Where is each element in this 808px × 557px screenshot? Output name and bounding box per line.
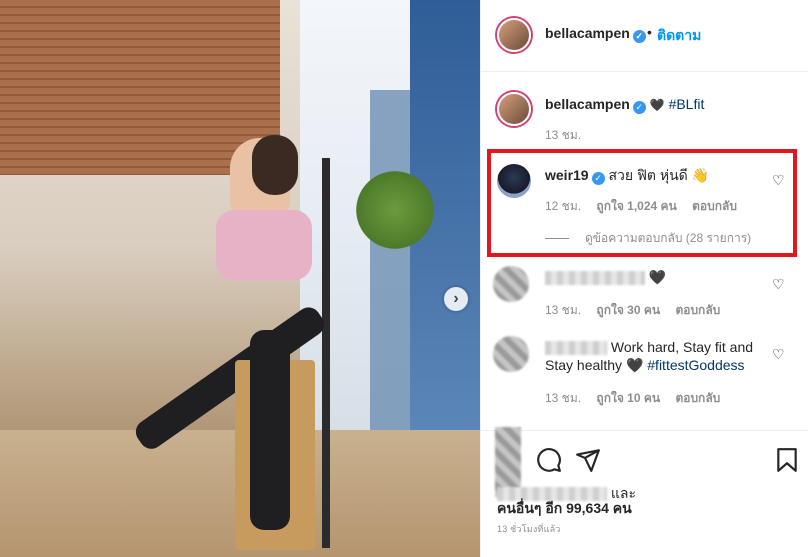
comment-likes[interactable]: ถูกใจ 30 คน <box>596 303 660 317</box>
equipment-pole <box>322 158 330 548</box>
post-photo: › <box>0 0 480 557</box>
comment-time: 13 ชม. <box>545 303 582 317</box>
comment-likes[interactable]: ถูกใจ 10 คน <box>596 391 660 405</box>
comment-text: 🖤 <box>648 269 667 285</box>
bookmark-icon[interactable] <box>774 447 800 473</box>
person-leg <box>250 330 290 530</box>
avatar[interactable] <box>493 266 529 302</box>
comment-meta: 13 ชม. ถูกใจ 30 คน ตอบกลับ <box>545 301 732 320</box>
comment-time: 12 ชม. <box>545 199 582 213</box>
likes-count[interactable]: คนอื่นๆ อีก 99,634 คน <box>497 498 632 520</box>
comment-text: สวย ฟิต หุ่นดี 👋 <box>608 167 710 183</box>
avatar[interactable] <box>497 164 531 198</box>
blurred-username <box>545 271 645 286</box>
verified-icon: ✓ <box>591 172 605 185</box>
caption-time: 13 ชม. <box>545 128 582 142</box>
comment-username[interactable]: weir19 <box>545 167 589 183</box>
heart-icon[interactable]: ♡ <box>772 173 786 187</box>
caption-username[interactable]: bellacampen <box>545 96 630 112</box>
blurred-username <box>545 341 607 356</box>
avatar[interactable] <box>497 92 531 126</box>
person-top <box>216 210 312 280</box>
black-heart-emoji: 🖤 <box>649 98 665 112</box>
hashtag-link[interactable]: #fittestGoddess <box>647 357 744 373</box>
dash-line <box>545 238 569 240</box>
avatar[interactable] <box>497 18 531 52</box>
comment-time: 13 ชม. <box>545 391 582 405</box>
comment-icon[interactable] <box>536 447 562 473</box>
heart-icon[interactable]: ♡ <box>772 277 786 291</box>
post-sidebar: bellacampen ✓ • ติดตาม bellacampen ✓ 🖤 #BL… <box>480 0 808 557</box>
building <box>370 90 410 430</box>
person-hair <box>252 135 298 195</box>
reply-button[interactable]: ตอบกลับ <box>692 199 737 213</box>
follow-button[interactable]: ติดตาม <box>657 25 701 47</box>
share-icon[interactable] <box>575 447 601 473</box>
comment-likes[interactable]: ถูกใจ 1,024 คน <box>596 199 676 213</box>
hashtag-link[interactable]: #BLfit <box>669 96 705 112</box>
reply-button[interactable]: ตอบกลับ <box>675 391 720 405</box>
avatar[interactable] <box>493 336 529 372</box>
post-header: bellacampen ✓ • ติดตาม <box>481 0 808 72</box>
verified-icon: ✓ <box>632 101 646 114</box>
view-replies-button[interactable]: ดูข้อความตอบกลับ (28 รายการ) <box>545 229 751 248</box>
header-username[interactable]: bellacampen ✓ <box>545 25 646 43</box>
heart-icon[interactable]: ♡ <box>772 347 786 361</box>
post-actions: และ คนอื่นๆ อีก 99,634 คน 13 ชั่วโมงที่แ… <box>481 427 808 557</box>
post-time: 13 ชั่วโมงที่แล้ว <box>497 524 561 534</box>
comment-meta: 13 ชม. ถูกใจ 10 คน ตอบกลับ <box>545 389 732 408</box>
next-arrow-icon[interactable]: › <box>444 287 468 311</box>
reply-button[interactable]: ตอบกลับ <box>675 303 720 317</box>
plant <box>355 160 435 260</box>
verified-icon: ✓ <box>632 30 646 43</box>
separator-dot: • <box>647 24 652 40</box>
comment-meta: 12 ชม. ถูกใจ 1,024 คน ตอบกลับ <box>545 197 749 216</box>
